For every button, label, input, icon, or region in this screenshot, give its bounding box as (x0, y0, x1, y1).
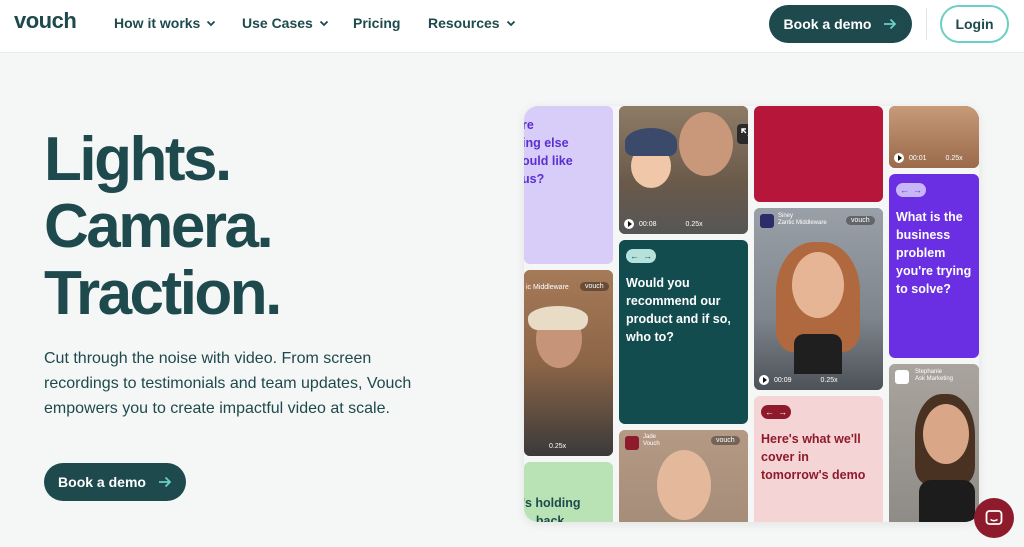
hero-title: Lights. Camera. Traction. (44, 125, 282, 328)
video-player-controls[interactable]: 00:08 0.25x (619, 214, 748, 234)
vouch-tag: vouch (580, 282, 609, 291)
nav-divider (926, 8, 927, 40)
question-card-purple[interactable]: re ing else ould like us? (524, 106, 613, 264)
avatar (895, 370, 909, 384)
card-meta: Stephanie Ask Marketing (915, 369, 953, 383)
arrow-right-icon (884, 18, 897, 30)
nav-item-label: Pricing (353, 15, 401, 31)
vouch-tag: vouch (846, 216, 875, 225)
hero-title-line: Traction. (44, 259, 282, 328)
question-card-pink[interactable]: ← → Here's what we'll cover in tomorrow's… (754, 396, 883, 522)
arrow-right-icon[interactable]: → (913, 185, 922, 195)
top-navbar: vouch How it works Use Cases Pricing Res… (0, 0, 1024, 53)
login-button[interactable]: Login (940, 5, 1009, 43)
nav-how-it-works[interactable]: How it works (114, 15, 216, 31)
chat-launcher-button[interactable] (974, 498, 1014, 538)
vouch-logo[interactable]: vouch (14, 8, 77, 34)
question-text: 's holding ... back (524, 496, 581, 522)
card-meta: Siney Zantic Middleware (778, 213, 827, 227)
video-card-jade[interactable]: Jade Vouch vouch (619, 430, 748, 522)
avatar (625, 436, 639, 450)
shirt-shape (919, 480, 975, 522)
shirt-shape (794, 334, 842, 374)
nav-item-label: Resources (428, 15, 500, 31)
book-demo-label: Book a demo (58, 474, 146, 490)
card-name: Jade (643, 434, 657, 440)
video-card-left[interactable]: ic Middleware vouch 0.25x (524, 270, 613, 456)
hero-title-line: Camera. (44, 192, 274, 261)
video-card-top-right[interactable]: 00:01 0.25x (889, 106, 979, 168)
play-icon[interactable] (759, 375, 769, 385)
card-meta: Jade Vouch (643, 434, 660, 448)
nav-item-label: Use Cases (242, 15, 313, 31)
nav-arrows[interactable]: ← → (626, 249, 656, 263)
vouch-tag: vouch (711, 436, 740, 445)
time-label: 00:01 (909, 154, 927, 162)
question-card-violet[interactable]: ← → What is the business problem you're t… (889, 174, 979, 358)
nav-arrows[interactable]: ← → (896, 183, 926, 197)
expand-icon[interactable] (737, 124, 748, 144)
hat-shape (528, 306, 588, 330)
video-collage: re ing else ould like us? ic Middleware … (524, 106, 979, 522)
nav-arrows[interactable]: ← → (761, 405, 791, 419)
chat-icon (985, 510, 1003, 525)
arrow-right-icon[interactable]: → (778, 407, 787, 417)
nav-resources[interactable]: Resources (428, 15, 516, 31)
card-company: Vouch (643, 441, 660, 447)
arrow-left-icon[interactable]: ← (630, 251, 639, 261)
question-text: What is the business problem you're tryi… (896, 210, 972, 296)
person-face (657, 450, 711, 520)
avatar (760, 214, 774, 228)
chevron-down-icon (506, 20, 515, 27)
speed-label[interactable]: 0.25x (549, 443, 566, 450)
card-caption: ic Middleware (526, 284, 569, 291)
person-face (679, 112, 733, 176)
question-text: Here's what we'll cover in tomorrow's de… (761, 432, 866, 482)
play-icon[interactable] (624, 219, 634, 229)
chevron-down-icon (319, 20, 328, 27)
question-card-green[interactable]: 's holding ... back (524, 462, 613, 522)
video-player-controls[interactable]: 0.25x (524, 436, 613, 456)
speed-label[interactable]: 0.25x (946, 155, 963, 162)
video-player-controls[interactable]: 00:01 0.25x (889, 148, 979, 168)
arrow-left-icon[interactable]: ← (900, 185, 909, 195)
arrow-right-icon (158, 476, 172, 488)
speed-label[interactable]: 0.25x (686, 221, 703, 228)
person-face (923, 404, 969, 464)
video-card-siney[interactable]: Siney Zantic Middleware vouch 00:09 0.25… (754, 208, 883, 390)
arrow-left-icon[interactable]: ← (765, 407, 774, 417)
video-card-stephanie[interactable]: Stephanie Ask Marketing (889, 364, 979, 522)
question-text: re ing else ould like us? (524, 118, 573, 186)
question-card-teal[interactable]: ← → Would you recommend our product and i… (619, 240, 748, 424)
time-label: 00:09 (774, 376, 792, 384)
card-company: Ask Marketing (915, 376, 954, 382)
play-icon[interactable] (894, 153, 904, 163)
chevron-down-icon (207, 20, 216, 27)
speed-label[interactable]: 0.25x (821, 377, 838, 384)
nav-use-cases[interactable]: Use Cases (242, 15, 329, 31)
nav-item-label: How it works (114, 15, 201, 31)
hero-subtitle: Cut through the noise with video. From s… (44, 350, 412, 417)
arrow-right-icon[interactable]: → (643, 251, 652, 261)
book-demo-nav-button[interactable]: Book a demo (769, 5, 912, 43)
color-card-crimson (754, 106, 883, 202)
video-player-controls[interactable]: 00:09 0.25x (754, 370, 883, 390)
question-text: Would you recommend our product and if s… (626, 276, 731, 344)
card-company: Zantic Middleware (778, 220, 827, 226)
card-name: Siney (778, 213, 794, 219)
card-name: Stephanie (915, 369, 943, 375)
book-demo-label: Book a demo (783, 16, 872, 32)
video-card-dad-baby[interactable]: 00:08 0.25x (619, 106, 748, 234)
person-face (792, 252, 844, 318)
hero-title-line: Lights. (44, 125, 232, 194)
time-label: 00:08 (639, 220, 657, 228)
book-demo-hero-button[interactable]: Book a demo (44, 463, 186, 501)
baby-hat (625, 128, 677, 156)
nav-pricing[interactable]: Pricing (353, 15, 400, 31)
